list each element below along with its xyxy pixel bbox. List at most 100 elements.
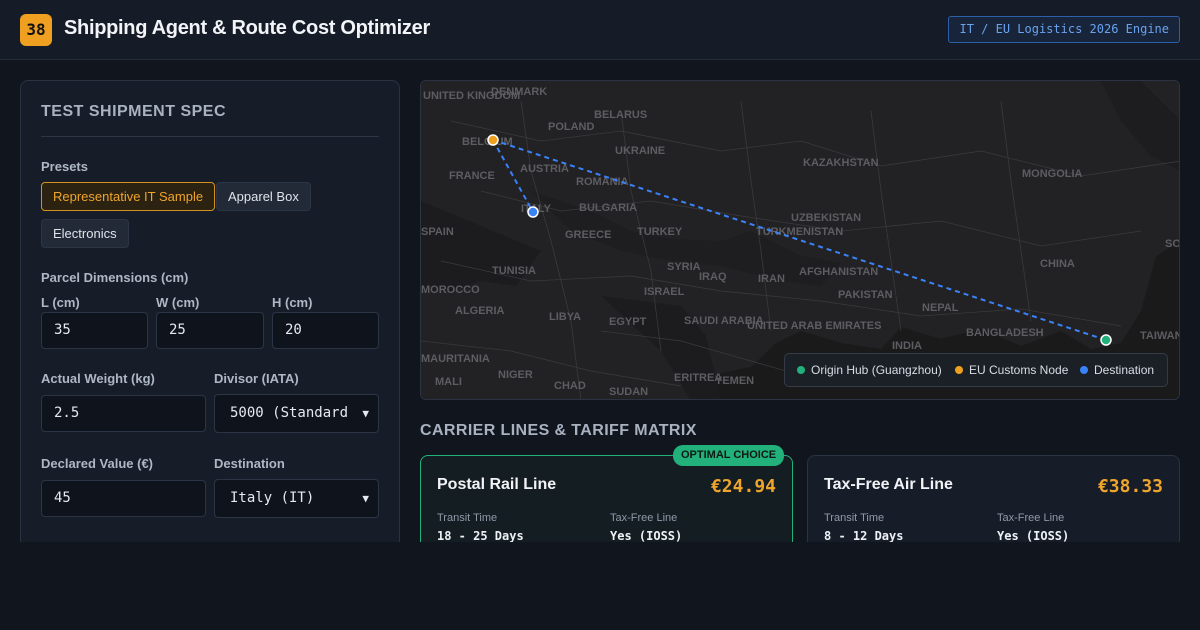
map-label-libya: LIBYA (549, 311, 581, 323)
tax-free-label: Tax-Free Line (997, 512, 1065, 524)
map-label-denmark: DENMARK (491, 86, 547, 98)
map-label-spain: SPAIN (421, 226, 454, 238)
destination-select-value: Italy (IT) (230, 490, 315, 506)
map-label-uae: UNITED ARAB EMIRATES (747, 320, 881, 332)
map-label-austria: AUSTRIA (520, 163, 569, 175)
transit-time-label: Transit Time (824, 512, 885, 524)
map-label-egypt: EGYPT (609, 316, 647, 328)
map-label-mali: MALI (435, 376, 462, 388)
legend-destination: Destination (1080, 363, 1154, 377)
app-header: 38 Shipping Agent & Route Cost Optimizer… (0, 0, 1200, 60)
route-map: UNITED KINGDOM DENMARK BELARUS POLAND BE… (420, 80, 1180, 400)
divisor-select-value: 5000 (Standard (230, 405, 349, 421)
destination-dot-icon (1080, 366, 1088, 374)
map-label-mauritania: MAURITANIA (421, 353, 490, 365)
chevron-down-icon: ▼ (362, 407, 369, 420)
carrier-name: Tax-Free Air Line (824, 476, 953, 493)
legend-destination-label: Destination (1094, 363, 1155, 377)
presets-label: Presets (41, 159, 88, 174)
weight-label: Actual Weight (kg) (41, 371, 155, 386)
map-label-uzbekistan: UZBEKISTAN (791, 212, 861, 224)
optimal-choice-badge: OPTIMAL CHOICE (673, 445, 785, 466)
app-title: Shipping Agent & Route Cost Optimizer (64, 17, 430, 39)
map-label-iraq: IRAQ (699, 271, 727, 283)
map-label-turkmenistan: TURKMENISTAN (756, 226, 843, 238)
transit-time-label: Transit Time (437, 512, 498, 524)
width-label: W (cm) (156, 295, 200, 310)
legend-customs-label: EU Customs Node (969, 363, 1069, 377)
map-label-india: INDIA (892, 340, 922, 352)
divisor-select[interactable]: 5000 (Standard ▼ (214, 394, 379, 433)
chevron-down-icon: ▼ (362, 492, 369, 505)
origin-dot-icon (797, 366, 805, 374)
map-label-ukraine: UKRAINE (615, 145, 665, 157)
width-input[interactable]: 25 (156, 312, 264, 349)
map-label-iran: IRAN (758, 273, 785, 285)
map-label-pakistan: PAKISTAN (838, 289, 893, 301)
map-label-tunisia: TUNISIA (492, 265, 536, 277)
main-content: TEST SHIPMENT SPEC Presets Representativ… (0, 60, 1200, 542)
tax-free-value: Yes (IOSS) (997, 529, 1070, 542)
transit-time-value: 18 - 25 Days (437, 529, 524, 542)
height-input[interactable]: 20 (272, 312, 379, 349)
map-label-poland: POLAND (548, 121, 595, 133)
map-label-israel: ISRAEL (644, 286, 685, 298)
height-label: H (cm) (272, 295, 313, 310)
map-label-yemen: YEMEN (715, 375, 754, 387)
destination-node-marker[interactable] (527, 206, 539, 218)
panel-divider (41, 136, 379, 137)
tax-free-value: Yes (IOSS) (610, 529, 683, 542)
dimensions-label: Parcel Dimensions (cm) (41, 270, 189, 285)
matrix-title: CARRIER LINES & TARIFF MATRIX (420, 422, 697, 439)
tax-free-label: Tax-Free Line (610, 512, 678, 524)
map-label-mongolia: MONGOLIA (1022, 168, 1083, 180)
map-label-algeria: ALGERIA (455, 305, 505, 317)
map-label-niger: NIGER (498, 369, 533, 381)
map-label-belgium: BELGIUM (462, 136, 513, 148)
carrier-price: €24.94 (710, 476, 776, 497)
preset-electronics[interactable]: Electronics (41, 219, 129, 248)
preset-representative-it[interactable]: Representative IT Sample (41, 182, 216, 211)
carrier-price: €38.33 (1097, 476, 1163, 497)
map-label-taiwan: TAIWAN (1140, 330, 1180, 342)
map-label-romania: ROMANIA (576, 176, 629, 188)
map-label-bangladesh: BANGLADESH (966, 327, 1044, 339)
destination-select[interactable]: Italy (IT) ▼ (214, 479, 379, 518)
carrier-card-postal-rail[interactable]: OPTIMAL CHOICE Postal Rail Line €24.94 T… (420, 445, 793, 542)
map-label-kazakhstan: KAZAKHSTAN (803, 157, 879, 169)
map-legend: Origin Hub (Guangzhou) EU Customs Node D… (784, 353, 1168, 387)
declared-value-label: Declared Value (€) (41, 456, 153, 471)
map-label-afghanistan: AFGHANISTAN (799, 266, 878, 278)
origin-node-marker[interactable] (1100, 334, 1112, 346)
legend-customs: EU Customs Node (955, 363, 1068, 377)
length-label: L (cm) (41, 295, 80, 310)
panel-title: TEST SHIPMENT SPEC (41, 103, 227, 120)
legend-origin-label: Origin Hub (Guangzhou) (811, 363, 942, 377)
weight-input[interactable]: 2.5 (41, 395, 206, 432)
transit-time-value: 8 - 12 Days (824, 529, 904, 542)
carrier-card-tax-free-air[interactable]: Tax-Free Air Line €38.33 Transit Time Ta… (807, 455, 1180, 542)
shipment-spec-panel: TEST SHIPMENT SPEC Presets Representativ… (20, 80, 400, 542)
engine-badge: IT / EU Logistics 2026 Engine (948, 16, 1180, 43)
customs-node-marker[interactable] (487, 134, 499, 146)
map-label-syria: SYRIA (667, 261, 701, 273)
length-input[interactable]: 35 (41, 312, 148, 349)
map-label-china: CHINA (1040, 258, 1075, 270)
legend-origin: Origin Hub (Guangzhou) (797, 363, 942, 377)
destination-label: Destination (214, 456, 285, 471)
app-logo: 38 (20, 14, 52, 46)
map-label-morocco: MOROCCO (421, 284, 480, 296)
map-label-south-korea: SOUTH KOREA (1165, 238, 1180, 250)
map-label-bulgaria: BULGARIA (579, 202, 637, 214)
customs-dot-icon (955, 366, 963, 374)
map-label-nepal: NEPAL (922, 302, 959, 314)
map-label-turkey: TURKEY (637, 226, 683, 238)
preset-apparel-box[interactable]: Apparel Box (216, 182, 311, 211)
divisor-label: Divisor (IATA) (214, 371, 299, 386)
declared-value-input[interactable]: 45 (41, 480, 206, 517)
map-label-sudan: SUDAN (609, 386, 648, 398)
map-label-chad: CHAD (554, 380, 586, 392)
map-label-greece: GREECE (565, 229, 611, 241)
map-label-belarus: BELARUS (594, 109, 647, 121)
carrier-name: Postal Rail Line (437, 476, 557, 493)
